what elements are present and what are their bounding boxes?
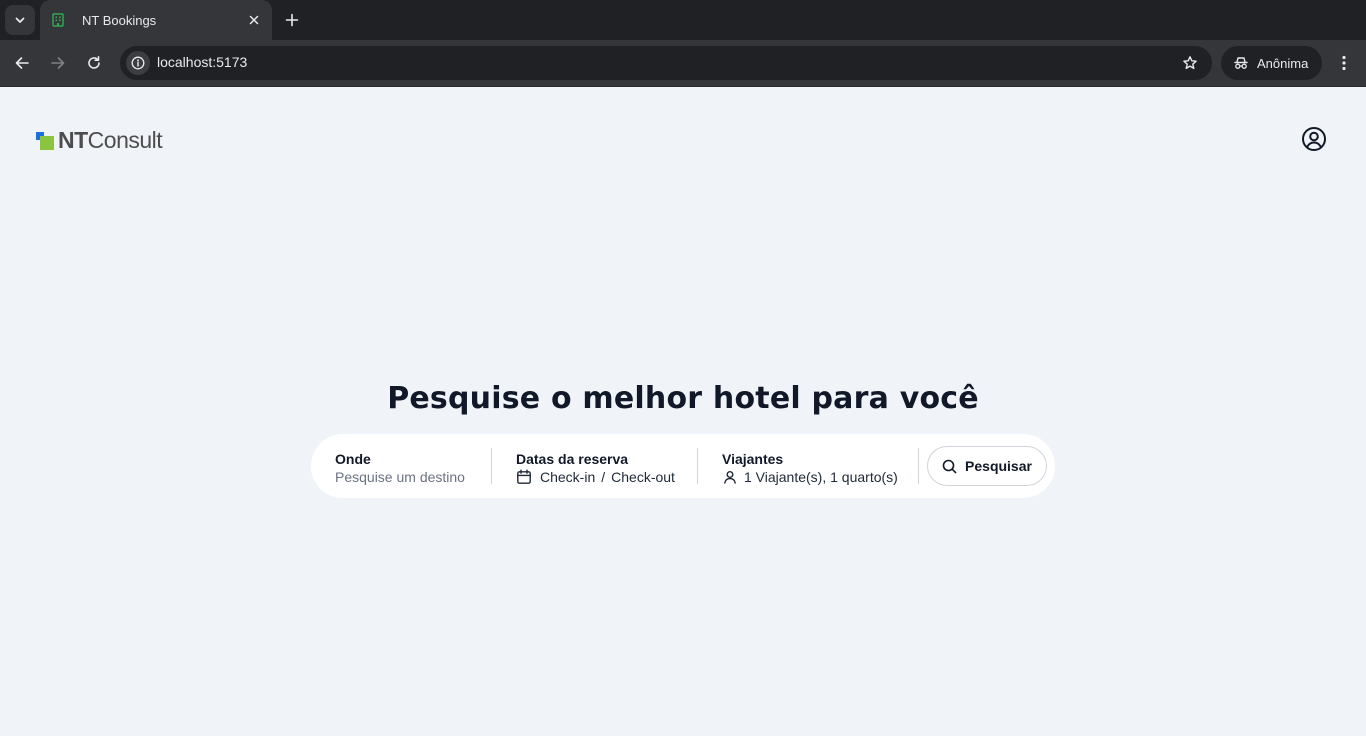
chevron-down-icon bbox=[15, 17, 25, 23]
incognito-profile-button[interactable]: Anônima bbox=[1221, 46, 1322, 80]
plus-icon bbox=[285, 13, 299, 27]
back-button[interactable] bbox=[7, 48, 37, 78]
site-info-icon[interactable] bbox=[126, 51, 150, 75]
page-content: NTConsult Pesquise o melhor hotel para v… bbox=[0, 87, 1366, 736]
checkin-text: Check-in bbox=[540, 469, 596, 485]
logo-text-light: Consult bbox=[87, 127, 163, 153]
url-text[interactable]: localhost:5173 bbox=[157, 54, 247, 70]
travelers-text: 1 Viajante(s), 1 quarto(s) bbox=[744, 469, 898, 485]
hotel-favicon-icon bbox=[50, 12, 66, 28]
search-button[interactable]: Pesquisar bbox=[927, 446, 1047, 486]
destination-input[interactable] bbox=[335, 468, 485, 486]
user-account-button[interactable] bbox=[1301, 126, 1327, 152]
browser-tab-strip: NT Bookings bbox=[0, 0, 1366, 40]
forward-arrow-icon bbox=[51, 57, 65, 69]
more-vert-icon bbox=[1342, 55, 1346, 71]
browser-menu-button[interactable] bbox=[1332, 48, 1356, 78]
tab-title: NT Bookings bbox=[82, 12, 157, 28]
star-icon[interactable] bbox=[1180, 53, 1200, 73]
browser-toolbar: localhost:5173 Anônima bbox=[0, 40, 1366, 87]
logo-text: NTConsult bbox=[58, 127, 163, 154]
forward-button[interactable] bbox=[43, 48, 73, 78]
hotel-search-bar: Onde Datas da reserva Check-in / Check-o… bbox=[311, 434, 1055, 498]
field-divider bbox=[697, 448, 698, 484]
back-arrow-icon bbox=[15, 57, 29, 69]
travelers-label: Viajantes bbox=[722, 451, 784, 467]
travelers-field[interactable]: Viajantes 1 Viajante(s), 1 quarto(s) bbox=[722, 434, 912, 498]
profile-label: Anônima bbox=[1257, 55, 1309, 71]
dates-label: Datas da reserva bbox=[516, 451, 629, 467]
logo-mark-icon bbox=[36, 131, 54, 150]
new-tab-button[interactable] bbox=[280, 8, 304, 32]
search-button-label: Pesquisar bbox=[965, 458, 1032, 474]
travelers-value: 1 Viajante(s), 1 quarto(s) bbox=[722, 468, 912, 486]
tab-list-button[interactable] bbox=[5, 5, 35, 35]
destination-field[interactable]: Onde bbox=[335, 434, 491, 498]
ntconsult-logo[interactable]: NTConsult bbox=[36, 127, 163, 154]
reload-button[interactable] bbox=[79, 48, 109, 78]
date-separator: / bbox=[601, 469, 606, 485]
dates-value: Check-in / Check-out bbox=[516, 468, 696, 486]
browser-tab-active[interactable]: NT Bookings bbox=[40, 0, 272, 40]
reload-icon bbox=[88, 56, 100, 69]
address-bar[interactable]: localhost:5173 bbox=[120, 46, 1212, 80]
dates-field[interactable]: Datas da reserva Check-in / Check-out bbox=[516, 434, 696, 498]
field-divider bbox=[491, 448, 492, 484]
logo-text-bold: NT bbox=[58, 127, 88, 153]
person-icon bbox=[722, 469, 738, 485]
field-divider bbox=[918, 448, 919, 484]
close-icon[interactable] bbox=[246, 12, 262, 28]
user-circle-icon bbox=[1302, 127, 1326, 151]
destination-label: Onde bbox=[335, 451, 371, 467]
incognito-icon bbox=[1234, 57, 1248, 69]
calendar-icon bbox=[516, 469, 532, 485]
page-title: Pesquise o melhor hotel para você bbox=[387, 381, 979, 416]
checkout-text: Check-out bbox=[611, 469, 675, 485]
search-icon bbox=[942, 459, 957, 473]
